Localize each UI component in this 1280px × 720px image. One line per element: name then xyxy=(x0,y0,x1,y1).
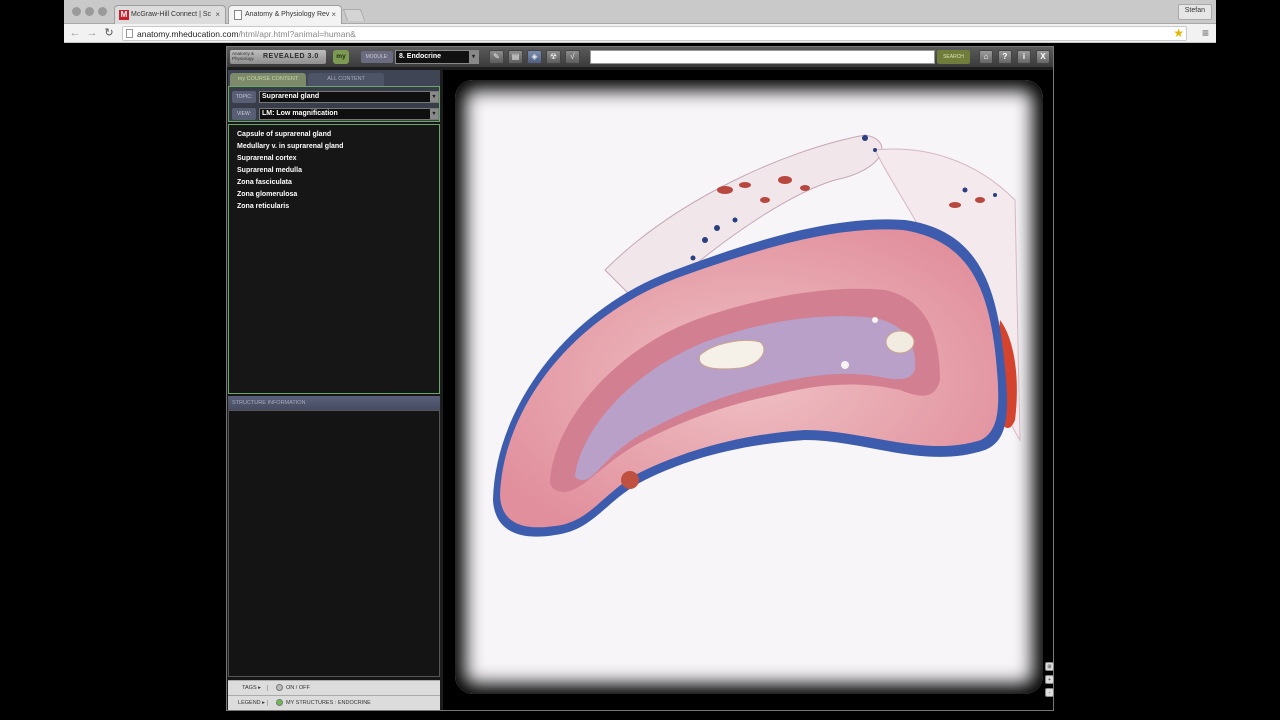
page-icon xyxy=(233,10,243,20)
legend-status-icon xyxy=(276,699,283,706)
search-button[interactable]: SEARCH xyxy=(937,50,970,64)
module-label: MODULE: xyxy=(361,51,393,63)
radiation-icon[interactable]: ☢ xyxy=(546,50,561,64)
new-tab-button[interactable] xyxy=(342,9,366,21)
suprarenal-gland-section xyxy=(493,134,1021,537)
tab-strip: M McGraw-Hill Connect | Sc × Anatomy & P… xyxy=(64,0,1216,24)
view-label: VIEW: xyxy=(232,108,256,120)
logo-text: REVEALED 3.0 xyxy=(263,53,319,60)
close-icon[interactable]: X xyxy=(1036,50,1050,64)
topic-select[interactable]: Suprarenal gland ▾ xyxy=(259,91,439,103)
close-tab-icon[interactable]: × xyxy=(215,10,220,19)
structure-information-panel xyxy=(228,410,440,677)
bookmark-star-icon[interactable]: ★ xyxy=(1173,26,1184,40)
topic-label: TOPIC: xyxy=(232,91,256,103)
info-icon[interactable]: i xyxy=(1017,50,1031,64)
left-panel: my COURSE CONTENT ALL CONTENT TOPIC: Sup… xyxy=(228,70,440,710)
hamburger-menu-icon[interactable]: ≡ xyxy=(1202,26,1209,40)
structure-information-header[interactable]: STRUCTURE INFORMATION xyxy=(228,396,440,410)
tab-title: McGraw-Hill Connect | Sc xyxy=(131,11,212,18)
tags-value: ON / OFF xyxy=(286,685,310,691)
view-value: LM: Low magnification xyxy=(262,110,338,117)
list-item[interactable]: Zona reticularis xyxy=(229,201,439,213)
content-tabs: my COURSE CONTENT ALL CONTENT xyxy=(228,70,440,86)
back-arrow-icon[interactable]: ← xyxy=(68,26,82,40)
tags-toggle-icon[interactable] xyxy=(276,684,283,691)
close-window-icon[interactable] xyxy=(72,7,81,16)
app-logo: Anatomy & Physiology REVEALED 3.0 xyxy=(230,50,326,64)
list-item[interactable]: Medullary v. in suprarenal gland xyxy=(229,141,439,153)
maximize-window-icon[interactable] xyxy=(98,7,107,16)
list-item[interactable]: Zona fasciculata xyxy=(229,177,439,189)
reload-icon[interactable]: ↻ xyxy=(102,26,116,40)
url-path: /html/apr.html?animal=human& xyxy=(238,29,356,39)
tab-anatomy-physiology[interactable]: Anatomy & Physiology Rev × xyxy=(228,5,342,24)
minimize-window-icon[interactable] xyxy=(85,7,94,16)
zoom-out-icon[interactable]: - xyxy=(1045,688,1054,697)
quiz-check-icon[interactable]: √ xyxy=(565,50,580,64)
legend-value: MY STRUCTURES : ENDOCRINE xyxy=(286,700,371,706)
logo-small-text: Anatomy & Physiology xyxy=(232,51,255,61)
tab-mcgraw-connect[interactable]: M McGraw-Hill Connect | Sc × xyxy=(114,5,226,24)
tab-my-course-content[interactable]: my COURSE CONTENT xyxy=(230,73,306,86)
browser-toolbar: ← → ↻ anatomy.mheducation.com/html/apr.h… xyxy=(64,24,1216,43)
mcgraw-favicon-icon: M xyxy=(119,10,129,20)
pencil-icon[interactable]: ✎ xyxy=(489,50,504,64)
topic-value: Suprarenal gland xyxy=(262,93,320,100)
address-bar[interactable]: anatomy.mheducation.com/html/apr.html?an… xyxy=(122,26,1187,41)
close-tab-icon[interactable]: × xyxy=(331,10,336,19)
browser-window: M McGraw-Hill Connect | Sc × Anatomy & P… xyxy=(64,0,1216,720)
help-icon[interactable]: ? xyxy=(998,50,1012,64)
legend-toggle[interactable]: LEGEND ▸ xyxy=(236,700,268,706)
list-item[interactable]: Suprarenal medulla xyxy=(229,165,439,177)
zoom-in-icon[interactable]: + xyxy=(1045,675,1054,684)
list-item[interactable]: Zona glomerulosa xyxy=(229,189,439,201)
anatomy-app: Anatomy & Physiology REVEALED 3.0 my MOD… xyxy=(226,46,1054,711)
tab-all-content[interactable]: ALL CONTENT xyxy=(308,73,384,86)
search-input[interactable] xyxy=(590,50,935,64)
structure-list: Capsule of suprarenal gland Medullary v.… xyxy=(228,124,440,394)
list-item[interactable]: Capsule of suprarenal gland xyxy=(229,129,439,141)
tab-title: Anatomy & Physiology Rev xyxy=(245,11,330,18)
app-toolbar: Anatomy & Physiology REVEALED 3.0 my MOD… xyxy=(227,47,1053,67)
module-value: 8. Endocrine xyxy=(399,53,442,60)
legend-row: LEGEND ▸ MY STRUCTURES : ENDOCRINE xyxy=(228,695,440,710)
page-icon xyxy=(126,29,133,38)
forward-arrow-icon[interactable]: → xyxy=(85,26,99,40)
topic-view-selectors: TOPIC: Suprarenal gland ▾ VIEW: LM: Low … xyxy=(228,86,440,122)
tags-toggle[interactable]: TAGS ▸ xyxy=(236,685,268,691)
chevron-down-icon: ▾ xyxy=(430,109,438,119)
layers-icon[interactable]: ◈ xyxy=(527,50,542,64)
list-item[interactable]: Suprarenal cortex xyxy=(229,153,439,165)
chevron-down-icon: ▾ xyxy=(469,51,478,63)
my-button[interactable]: my xyxy=(333,50,349,64)
image-viewer[interactable]: ⊞ + - xyxy=(443,70,1054,710)
notebook-icon[interactable]: ▤ xyxy=(508,50,523,64)
url-host: anatomy.mheducation.com xyxy=(137,29,239,39)
chevron-down-icon: ▾ xyxy=(430,92,438,102)
home-icon[interactable]: ⌂ xyxy=(979,50,993,64)
view-select[interactable]: LM: Low magnification ▾ xyxy=(259,108,439,120)
fullscreen-icon[interactable]: ⊞ xyxy=(1045,662,1054,671)
url-text: anatomy.mheducation.com/html/apr.html?an… xyxy=(137,29,356,39)
histology-image[interactable] xyxy=(455,80,1043,694)
user-profile-button[interactable]: Stefan xyxy=(1177,4,1212,20)
module-select[interactable]: 8. Endocrine ▾ xyxy=(395,50,479,64)
tags-row: TAGS ▸ ON / OFF xyxy=(228,680,440,695)
